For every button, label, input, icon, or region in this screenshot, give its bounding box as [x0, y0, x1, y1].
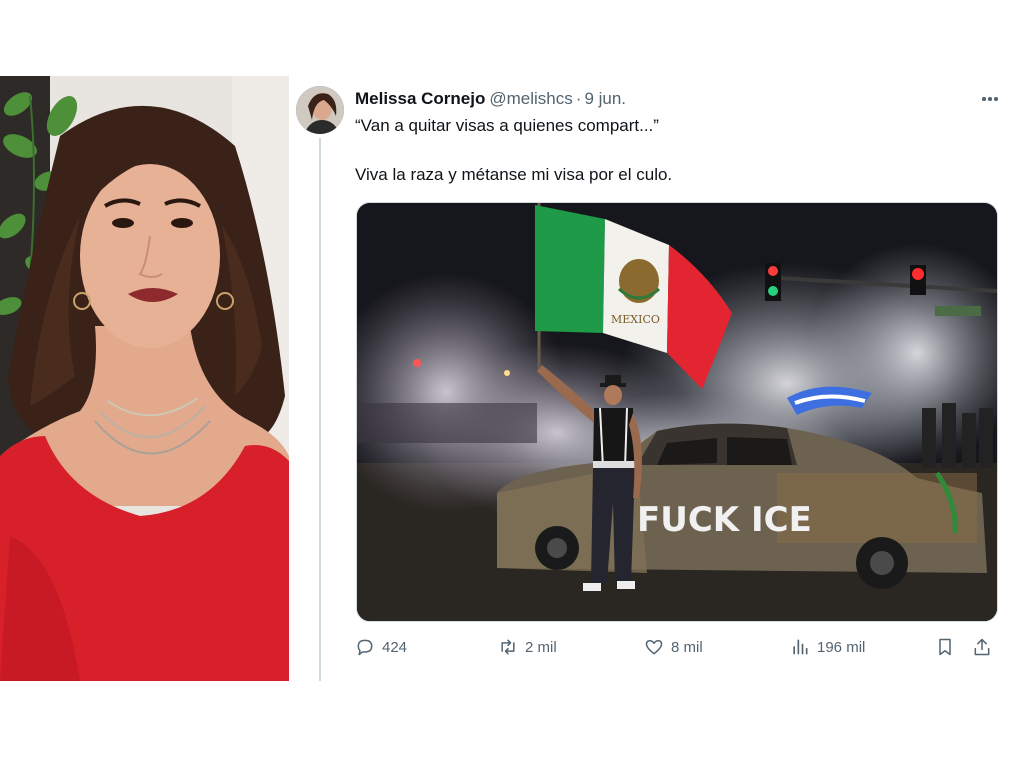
like-button[interactable]: 8 mil [644, 634, 703, 660]
share-button[interactable] [972, 634, 992, 660]
quoted-text: “Van a quitar visas a quienes compart...… [355, 116, 659, 135]
bookmark-button[interactable] [935, 634, 955, 660]
retweet-icon [501, 639, 515, 655]
tweet: Melissa Cornejo @melishcs · 9 jun. “Van a q… [289, 76, 1024, 681]
thread-line [319, 138, 321, 681]
avatar[interactable] [296, 86, 344, 134]
like-count: 8 mil [671, 638, 703, 656]
views-button[interactable]: 196 mil [790, 634, 865, 660]
reply-count: 424 [382, 638, 408, 656]
tweet-header: Melissa Cornejo @melishcs · 9 jun. [355, 87, 994, 111]
graffiti-text: FUCK ICE [637, 500, 812, 540]
tweet-text: Viva la raza y métanse mi visa por el cu… [355, 165, 673, 184]
share-icon [974, 638, 990, 656]
author-name[interactable]: Melissa Cornejo [355, 89, 485, 108]
retweet-count: 2 mil [525, 638, 557, 656]
views-count: 196 mil [817, 638, 866, 656]
flag-text: MEXICO [611, 313, 660, 326]
portrait-photo [0, 76, 289, 681]
author-handle[interactable]: @melishcs [489, 89, 572, 108]
more-dots-icon[interactable] [978, 89, 1002, 109]
tweet-actions: 424 2 mil 8 mil 196 mil [355, 634, 1000, 660]
tweet-date[interactable]: 9 jun. [584, 89, 626, 108]
reply-icon [357, 639, 373, 656]
reply-button[interactable]: 424 [355, 634, 407, 660]
views-chart-icon [793, 639, 808, 655]
tweet-media-image[interactable]: MEXICO FUCK ICE [356, 202, 998, 622]
retweet-button[interactable]: 2 mil [498, 634, 557, 660]
bookmark-icon [939, 638, 951, 656]
heart-icon [645, 640, 663, 655]
separator-dot: · [575, 89, 582, 108]
